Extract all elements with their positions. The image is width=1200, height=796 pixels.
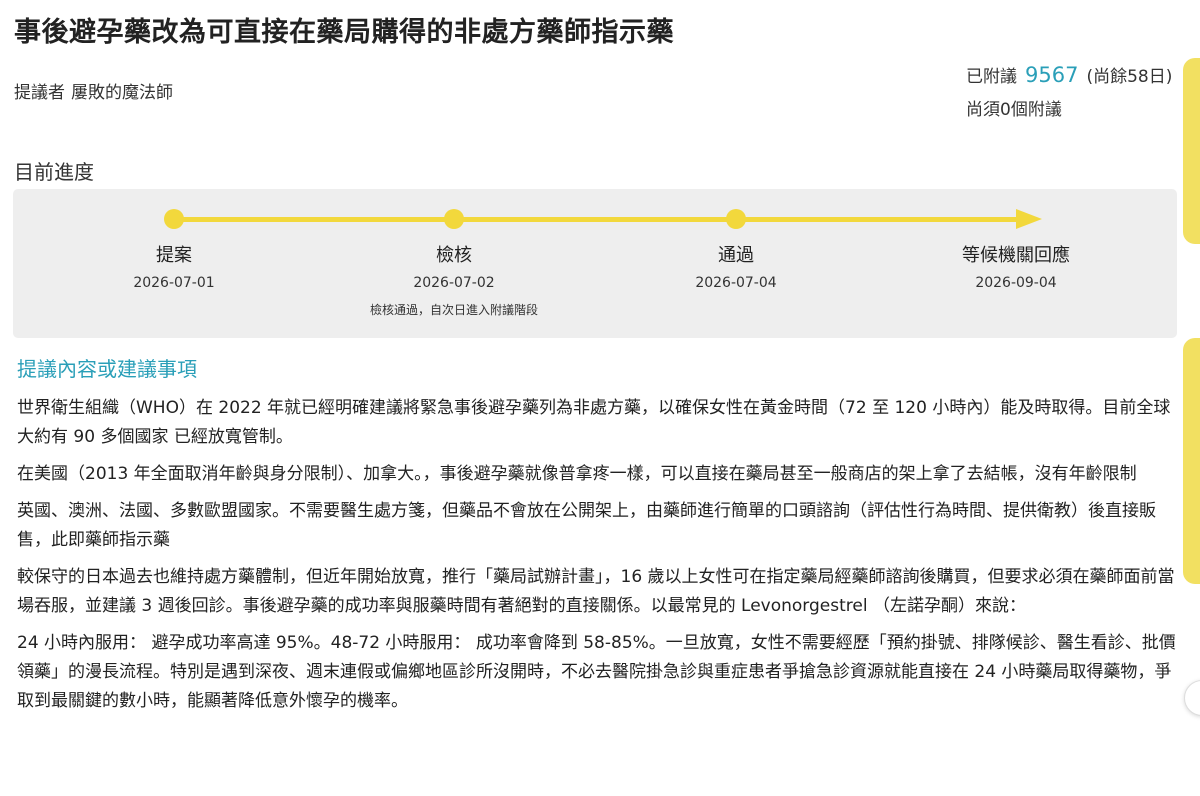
content-paragraph: 24 小時內服用： 避孕成功率高達 95%。48-72 小時服用： 成功率會降到…: [17, 633, 1176, 711]
stage-date: 2026-07-04: [695, 275, 777, 291]
stage-date: 2026-07-01: [133, 275, 215, 291]
stage-date: 2026-09-04: [975, 275, 1057, 291]
sign-needed: 尚須0個附議: [966, 100, 1062, 120]
progress-title: 目前進度: [14, 160, 94, 184]
content-paragraph: 世界衛生組織（WHO）在 2022 年就已經明確建議將緊急事後避孕藥列為非處方藥…: [17, 398, 1171, 447]
stage-label: 通過: [718, 245, 754, 266]
stage-dot-review: [444, 209, 464, 229]
content-paragraph: 在美國（2013 年全面取消年齡與身分限制）、加拿大。，事後避孕藥就像普拿疼一樣…: [17, 464, 1137, 484]
sign-remaining: (尚餘58日): [1086, 67, 1173, 87]
chevron-left-icon[interactable]: ‹: [1184, 680, 1200, 716]
progress-arrow-icon: [1016, 209, 1042, 229]
sign-prefix: 已附議: [966, 67, 1017, 87]
stage-dot-passed: [726, 209, 746, 229]
stage-proposal: 提案 2026-07-01: [64, 241, 284, 291]
proposal-content: 世界衛生組織（WHO）在 2022 年就已經明確建議將緊急事後避孕藥列為非處方藥…: [17, 394, 1179, 724]
proposer-label: 提議者: [14, 83, 65, 103]
page-title: 事後避孕藥改為可直接在藥局購得的非處方藥師指示藥: [14, 17, 674, 48]
side-tab-bottom[interactable]: [1183, 338, 1200, 584]
stage-label: 檢核: [436, 245, 472, 266]
sign-summary: 已附議 9567 (尚餘58日) 尚須0個附議: [966, 62, 1172, 120]
proposer-name: 屢敗的魔法師: [71, 83, 173, 103]
content-paragraph: 英國、澳洲、法國、多數歐盟國家。不需要醫生處方箋，但藥品不會放在公開架上，由藥師…: [17, 501, 1156, 550]
content-paragraph: 較保守的日本過去也維持處方藥體制，但近年開始放寬，推行「藥局試辦計畫」，16 歲…: [17, 567, 1175, 616]
progress-panel: 提案 2026-07-01 檢核 2026-07-02 檢核通過，自次日進入附議…: [13, 189, 1177, 338]
stage-review: 檢核 2026-07-02 檢核通過，自次日進入附議階段: [344, 241, 564, 318]
stage-date: 2026-07-02: [413, 275, 495, 291]
progress-track: [174, 217, 1022, 222]
stage-label: 等候機關回應: [962, 245, 1070, 266]
section-heading: 提議內容或建議事項: [17, 357, 197, 381]
stage-awaiting-response: 等候機關回應 2026-09-04: [906, 241, 1126, 291]
proposer-line: 提議者 屢敗的魔法師: [14, 78, 179, 103]
side-tab-top[interactable]: [1183, 58, 1200, 244]
stage-dot-proposal: [164, 209, 184, 229]
stage-passed: 通過 2026-07-04: [626, 241, 846, 291]
stage-note: 檢核通過，自次日進入附議階段: [369, 303, 538, 317]
sign-count: 9567: [1025, 63, 1079, 87]
stage-label: 提案: [156, 245, 192, 266]
